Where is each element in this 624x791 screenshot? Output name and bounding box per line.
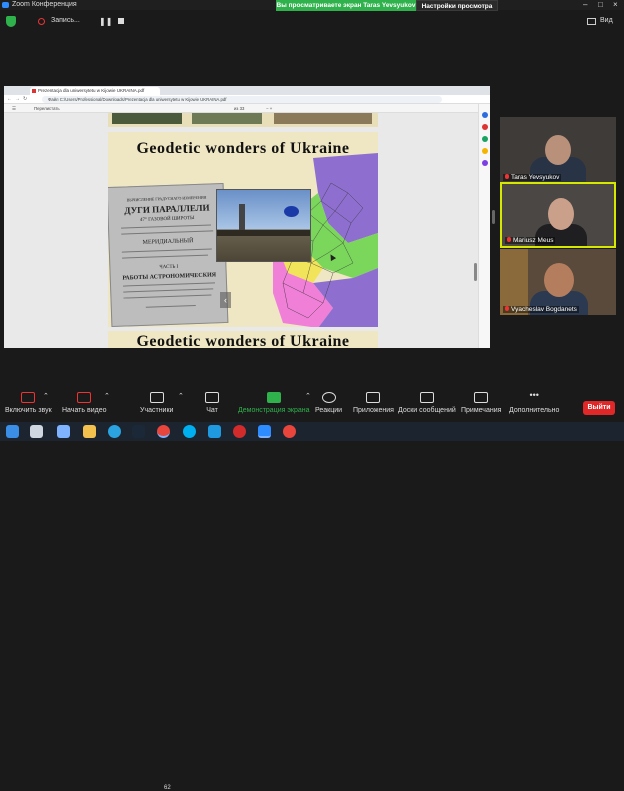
edge-icon[interactable] — [208, 425, 221, 438]
participant-name: Vyacheslav Bogdanets — [503, 306, 579, 313]
screen-share-banner: Вы просматриваете экран Taras Yevsyukov — [276, 0, 416, 11]
participants-icon — [149, 392, 164, 403]
previous-slide — [108, 113, 378, 127]
chevron-up-icon[interactable]: ⌃ — [178, 392, 184, 400]
chrome-icon[interactable] — [157, 425, 170, 438]
chrome-icon[interactable] — [283, 425, 296, 438]
muted-mic-icon — [505, 306, 509, 311]
pdf-viewer[interactable]: Geodetic wonders of Ukraine ВЫЧИСЛЕНИЕ Г… — [4, 113, 478, 348]
browser-nav-icons[interactable]: ←→↻ — [7, 96, 30, 102]
obelisk-photo — [216, 189, 311, 262]
sidebar-app-icon[interactable] — [482, 148, 488, 154]
notepad-icon[interactable] — [57, 425, 70, 438]
next-slide-title: Geodetic wonders of Ukraine — [136, 333, 350, 348]
sidebar-app-icon[interactable] — [482, 112, 488, 118]
participant-name: Taras Yevsyukov — [503, 174, 562, 181]
recording-icon — [38, 18, 45, 25]
pause-recording-icon[interactable]: ❚❚ — [99, 17, 112, 26]
chevron-up-icon[interactable]: ⌃ — [104, 392, 110, 400]
sidebar-app-icon[interactable] — [482, 124, 488, 130]
tiles-scrollbar[interactable] — [492, 210, 495, 224]
pdf-scrollbar[interactable] — [474, 263, 477, 281]
share-screen-button[interactable]: Демонстрация экрана — [238, 392, 310, 414]
steam-icon[interactable] — [132, 425, 145, 438]
muted-mic-icon — [507, 237, 511, 242]
chat-icon — [205, 392, 219, 403]
explorer-icon[interactable] — [83, 425, 96, 438]
pdf-menu-label[interactable]: Перелистать — [34, 106, 60, 111]
whiteboards-button[interactable]: Доски сообщений — [398, 392, 456, 414]
muted-mic-icon — [505, 174, 509, 179]
chat-button[interactable]: Чат — [205, 392, 219, 414]
minimize-icon[interactable]: – — [583, 0, 587, 9]
recording-label: Запись... — [51, 17, 80, 24]
chevron-left-icon[interactable]: ‹ — [220, 292, 231, 308]
stop-recording-icon[interactable] — [118, 18, 124, 24]
reactions-button[interactable]: Реакции — [315, 392, 342, 414]
book-title-line: 47° ГАЗОВОЙ ШИРОТЫ — [139, 216, 195, 223]
browser-tab[interactable]: Prezentacja dla uniwersytetu w Kijowie U… — [30, 87, 160, 95]
sidebar-app-icon[interactable] — [482, 160, 488, 166]
zoom-icon[interactable] — [258, 425, 271, 438]
pdf-zoom-controls[interactable]: − + — [266, 106, 272, 111]
book-title-line: РАБОТЫ АСТРОНОМИЧЕСКИЯ — [122, 272, 217, 282]
browser-tab-title: Prezentacja dla uniwersytetu w Kijowie U… — [38, 88, 145, 93]
participant-tile-active[interactable]: Mariusz Meus — [500, 182, 616, 248]
pdf-toolbar: ☰ Перелистать из 33 − + — [4, 104, 490, 113]
notes-button[interactable]: Примечания — [461, 392, 501, 414]
participants-button[interactable]: Участники — [140, 392, 173, 414]
meeting-topbar: Запись... ❚❚ Вид — [0, 12, 624, 32]
next-slide: Geodetic wonders of Ukraine — [108, 331, 378, 348]
book-title-line: ДУГИ ПАРАЛЛЕЛИ — [124, 202, 210, 216]
book-title-line: ЧАСТЬ I — [159, 264, 179, 271]
start-video-button[interactable]: Начать видео — [62, 392, 106, 414]
leave-button[interactable]: Выйти — [583, 401, 615, 415]
sidebar-app-icon[interactable] — [482, 136, 488, 142]
window-title: Zoom Конференция — [12, 1, 77, 8]
pdf-menu-icon[interactable]: ☰ — [12, 106, 16, 112]
smiley-icon — [321, 392, 336, 403]
notes-icon — [474, 392, 489, 403]
participant-name: Mariusz Meus — [505, 237, 556, 244]
skype-icon[interactable] — [183, 425, 196, 438]
view-grid-icon[interactable] — [587, 18, 596, 25]
url-field[interactable]: Файл C:/Users/Professional/Downloads/Pre… — [42, 96, 442, 103]
chevron-up-icon[interactable]: ⌃ — [305, 392, 311, 400]
muted-mic-icon — [21, 392, 36, 403]
shared-screen: Prezentacja dla uniwersytetu w Kijowie U… — [4, 86, 490, 348]
pdf-page-info: из 33 — [234, 106, 245, 111]
chevron-up-icon[interactable]: ⌃ — [43, 392, 49, 400]
meeting-toolbar: Включить звук ⌃ Начать видео ⌃ Участники… — [0, 388, 624, 791]
book-title-line: МЕРИДИАЛЬНЫЙ — [142, 238, 194, 246]
windows-taskbar — [0, 422, 624, 441]
opera-icon[interactable] — [233, 425, 246, 438]
browser-tabbar: Prezentacja dla uniwersytetu w Kijowie U… — [4, 86, 490, 95]
pdf-icon — [32, 89, 36, 93]
zoom-logo-icon — [2, 2, 9, 8]
apps-button[interactable]: Приложения — [353, 392, 394, 414]
participant-tile[interactable]: Taras Yevsyukov — [500, 117, 616, 183]
view-settings-button[interactable]: Настройки просмотра — [416, 0, 498, 11]
current-slide: Geodetic wonders of Ukraine ВЫЧИСЛЕНИЕ Г… — [108, 132, 378, 327]
more-button[interactable]: ••• Дополнительно — [509, 390, 559, 415]
security-shield-icon[interactable] — [6, 16, 16, 27]
start-icon[interactable] — [6, 425, 19, 438]
telegram-icon[interactable] — [108, 425, 121, 438]
participants-count: 62 — [164, 785, 171, 791]
close-icon[interactable]: × — [613, 0, 618, 9]
view-button[interactable]: Вид — [600, 17, 613, 24]
browser-sidebar — [478, 104, 490, 348]
share-screen-icon — [266, 392, 281, 403]
apps-icon — [366, 392, 381, 403]
video-off-icon — [77, 392, 92, 403]
more-dots-icon: ••• — [529, 390, 539, 400]
book-cover-image: ВЫЧИСЛЕНИЕ ГРАДУСНАГО ИЗМЕРЕНИЯ ДУГИ ПАР… — [108, 183, 229, 327]
maximize-icon[interactable]: □ — [598, 0, 603, 9]
participant-tile[interactable]: Vyacheslav Bogdanets — [500, 249, 616, 315]
browser-addressbar: ←→↻ Файл C:/Users/Professional/Downloads… — [4, 95, 490, 104]
eu-flag-icon — [284, 206, 299, 217]
whiteboard-icon — [419, 392, 434, 403]
taskview-icon[interactable] — [30, 425, 43, 438]
